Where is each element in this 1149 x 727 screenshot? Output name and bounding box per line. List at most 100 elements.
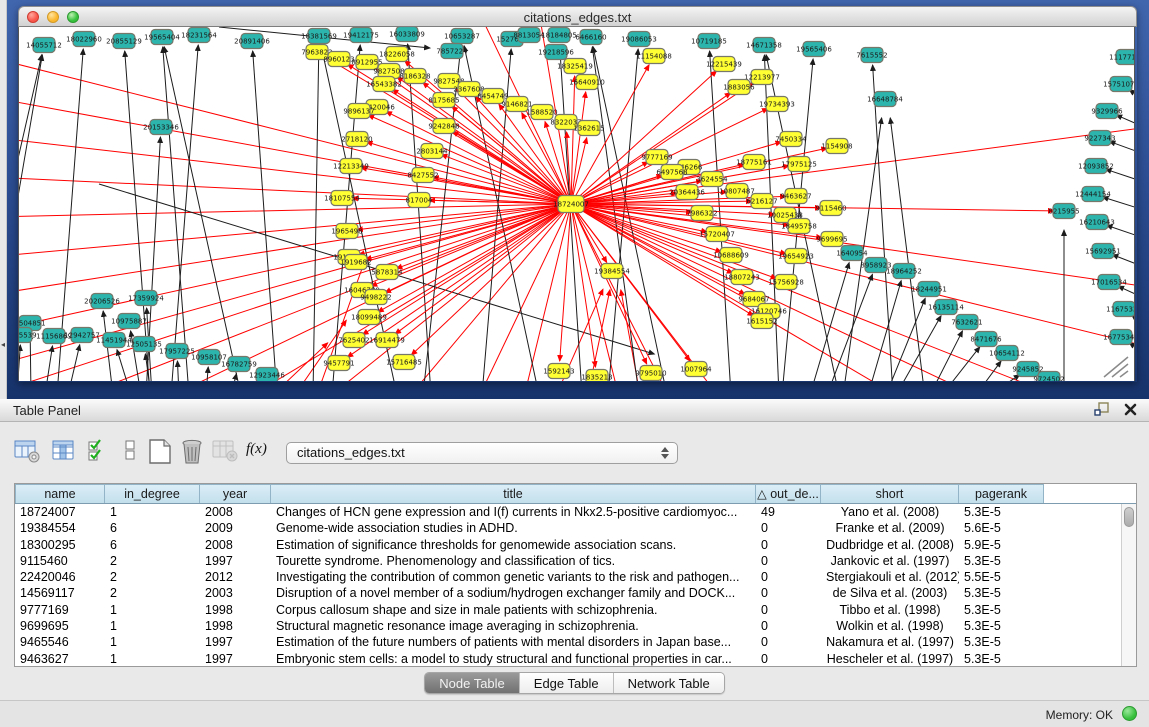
table-cell[interactable]: 1 [105, 634, 200, 650]
table-cell[interactable]: Wolkin et al. (1998) [821, 618, 959, 634]
table-cell[interactable]: 19384554 [15, 520, 105, 536]
table-cell[interactable]: Estimation of the future numbers of pati… [271, 634, 756, 650]
create-column-button[interactable] [148, 439, 173, 468]
table-row[interactable]: 1456911722003Disruption of a novel membe… [15, 585, 1121, 601]
select-columns-button[interactable] [52, 439, 76, 467]
table-cell[interactable]: Franke et al. (2009) [821, 520, 959, 536]
column-header-name[interactable]: name [15, 484, 105, 503]
table-cell[interactable]: 2008 [200, 504, 271, 520]
column-header-title[interactable]: title [271, 484, 756, 503]
table-cell[interactable]: 18724007 [15, 504, 105, 520]
window-titlebar[interactable]: citations_edges.txt [18, 6, 1137, 27]
table-row[interactable]: 2242004622012Investigating the contribut… [15, 569, 1121, 585]
table-cell[interactable]: 2012 [200, 569, 271, 585]
column-header-short[interactable]: short [821, 484, 959, 503]
table-cell[interactable]: 0 [756, 602, 821, 618]
table-cell[interactable]: 1 [105, 602, 200, 618]
memory-ok-indicator[interactable] [1122, 706, 1137, 721]
table-cell[interactable]: 5.3E-5 [959, 504, 1044, 520]
window-resize-grip[interactable] [1100, 355, 1130, 379]
table-cell[interactable]: 6 [105, 537, 200, 553]
table-row[interactable]: 911546021997Tourette syndrome. Phenomeno… [15, 553, 1121, 569]
table-row[interactable]: 1830029562008Estimation of significance … [15, 537, 1121, 553]
table-cell[interactable]: Yano et al. (2008) [821, 504, 959, 520]
table-cell[interactable]: 0 [756, 553, 821, 569]
tab-node-table[interactable]: Node Table [425, 673, 520, 693]
table-cell[interactable]: 5.9E-5 [959, 537, 1044, 553]
table-cell[interactable]: 2009 [200, 520, 271, 536]
table-cell[interactable]: 6 [105, 520, 200, 536]
table-cell[interactable]: Tibbo et al. (1998) [821, 602, 959, 618]
table-cell[interactable]: 0 [756, 585, 821, 601]
deselect-rows-button[interactable] [124, 439, 138, 467]
float-panel-icon[interactable] [1094, 402, 1110, 417]
table-row[interactable]: 1872400712008Changes of HCN gene express… [15, 504, 1121, 520]
table-cell[interactable]: 9777169 [15, 602, 105, 618]
table-cell[interactable]: Tourette syndrome. Phenomenology and cla… [271, 553, 756, 569]
table-cell[interactable]: 5.6E-5 [959, 520, 1044, 536]
function-builder-button[interactable]: f(x) [246, 441, 267, 458]
table-cell[interactable]: Investigating the contribution of common… [271, 569, 756, 585]
table-cell[interactable]: 5.3E-5 [959, 651, 1044, 666]
table-cell[interactable]: 1998 [200, 618, 271, 634]
table-cell[interactable]: 1 [105, 651, 200, 666]
column-header-pagerank[interactable]: pagerank [959, 484, 1044, 503]
table-cell[interactable]: Changes of HCN gene expression and I(f) … [271, 504, 756, 520]
table-cell[interactable]: Structural magnetic resonance image aver… [271, 618, 756, 634]
network-canvas[interactable]: 1405571218022960208551291956540418231564… [18, 27, 1135, 381]
table-cell[interactable]: 1997 [200, 634, 271, 650]
delete-column-button[interactable] [180, 439, 206, 468]
table-row[interactable]: 946554611997Estimation of the future num… [15, 634, 1121, 650]
column-header-year[interactable]: year [200, 484, 271, 503]
table-cell[interactable]: 9115460 [15, 553, 105, 569]
table-cell[interactable]: 2008 [200, 537, 271, 553]
table-row[interactable]: 969969511998Structural magnetic resonanc… [15, 618, 1121, 634]
table-cell[interactable]: 0 [756, 634, 821, 650]
select-all-rows-button[interactable] [88, 439, 111, 467]
table-cell[interactable]: 5.3E-5 [959, 553, 1044, 569]
table-cell[interactable]: Jankovic et al. (1997) [821, 553, 959, 569]
table-selector-dropdown[interactable]: citations_edges.txt [286, 442, 678, 464]
table-cell[interactable]: Stergiakouli et al. (2012) [821, 569, 959, 585]
panel-collapse-arrow-icon[interactable]: ◂ [1, 340, 5, 349]
table-cell[interactable]: 5.3E-5 [959, 618, 1044, 634]
table-cell[interactable]: 5.3E-5 [959, 602, 1044, 618]
table-cell[interactable]: 1 [105, 618, 200, 634]
table-cell[interactable]: Dudbridge et al. (2008) [821, 537, 959, 553]
table-cell[interactable]: 1998 [200, 602, 271, 618]
table-cell[interactable]: 2003 [200, 585, 271, 601]
table-cell[interactable]: 1997 [200, 553, 271, 569]
scrollbar-thumb[interactable] [1124, 507, 1134, 527]
table-cell[interactable]: 5.5E-5 [959, 569, 1044, 585]
table-mode-button[interactable] [14, 439, 41, 467]
table-cell[interactable]: 5.3E-5 [959, 585, 1044, 601]
table-cell[interactable]: 2 [105, 553, 200, 569]
table-row[interactable]: 946362711997Embryonic stem cells: a mode… [15, 651, 1121, 666]
table-cell[interactable]: 0 [756, 618, 821, 634]
tab-edge-table[interactable]: Edge Table [520, 673, 614, 693]
column-header-out_de[interactable]: △ out_de... [756, 484, 821, 503]
table-cell[interactable]: 9699695 [15, 618, 105, 634]
table-cell[interactable]: 18300295 [15, 537, 105, 553]
table-cell[interactable]: 9463627 [15, 651, 105, 666]
table-cell[interactable]: 5.3E-5 [959, 634, 1044, 650]
table-cell[interactable]: de Silva et al. (2003) [821, 585, 959, 601]
tab-network-table[interactable]: Network Table [614, 673, 724, 693]
table-cell[interactable]: Estimation of significance thresholds fo… [271, 537, 756, 553]
table-cell[interactable]: 0 [756, 537, 821, 553]
table-cell[interactable]: Nakamura et al. (1997) [821, 634, 959, 650]
table-cell[interactable]: Corpus callosum shape and size in male p… [271, 602, 756, 618]
table-cell[interactable]: Embryonic stem cells: a model to study s… [271, 651, 756, 666]
table-row[interactable]: 1938455462009Genome-wide association stu… [15, 520, 1121, 536]
table-row[interactable]: 977716911998Corpus callosum shape and si… [15, 602, 1121, 618]
table-cell[interactable]: 22420046 [15, 569, 105, 585]
table-cell[interactable]: 14569117 [15, 585, 105, 601]
table-cell[interactable]: Disruption of a novel member of a sodium… [271, 585, 756, 601]
table-cell[interactable]: Genome-wide association studies in ADHD. [271, 520, 756, 536]
table-cell[interactable]: 1 [105, 504, 200, 520]
table-cell[interactable]: 1997 [200, 651, 271, 666]
table-cell[interactable]: 9465546 [15, 634, 105, 650]
table-cell[interactable]: Hescheler et al. (1997) [821, 651, 959, 666]
table-cell[interactable]: 49 [756, 504, 821, 520]
table-cell[interactable]: 0 [756, 651, 821, 666]
